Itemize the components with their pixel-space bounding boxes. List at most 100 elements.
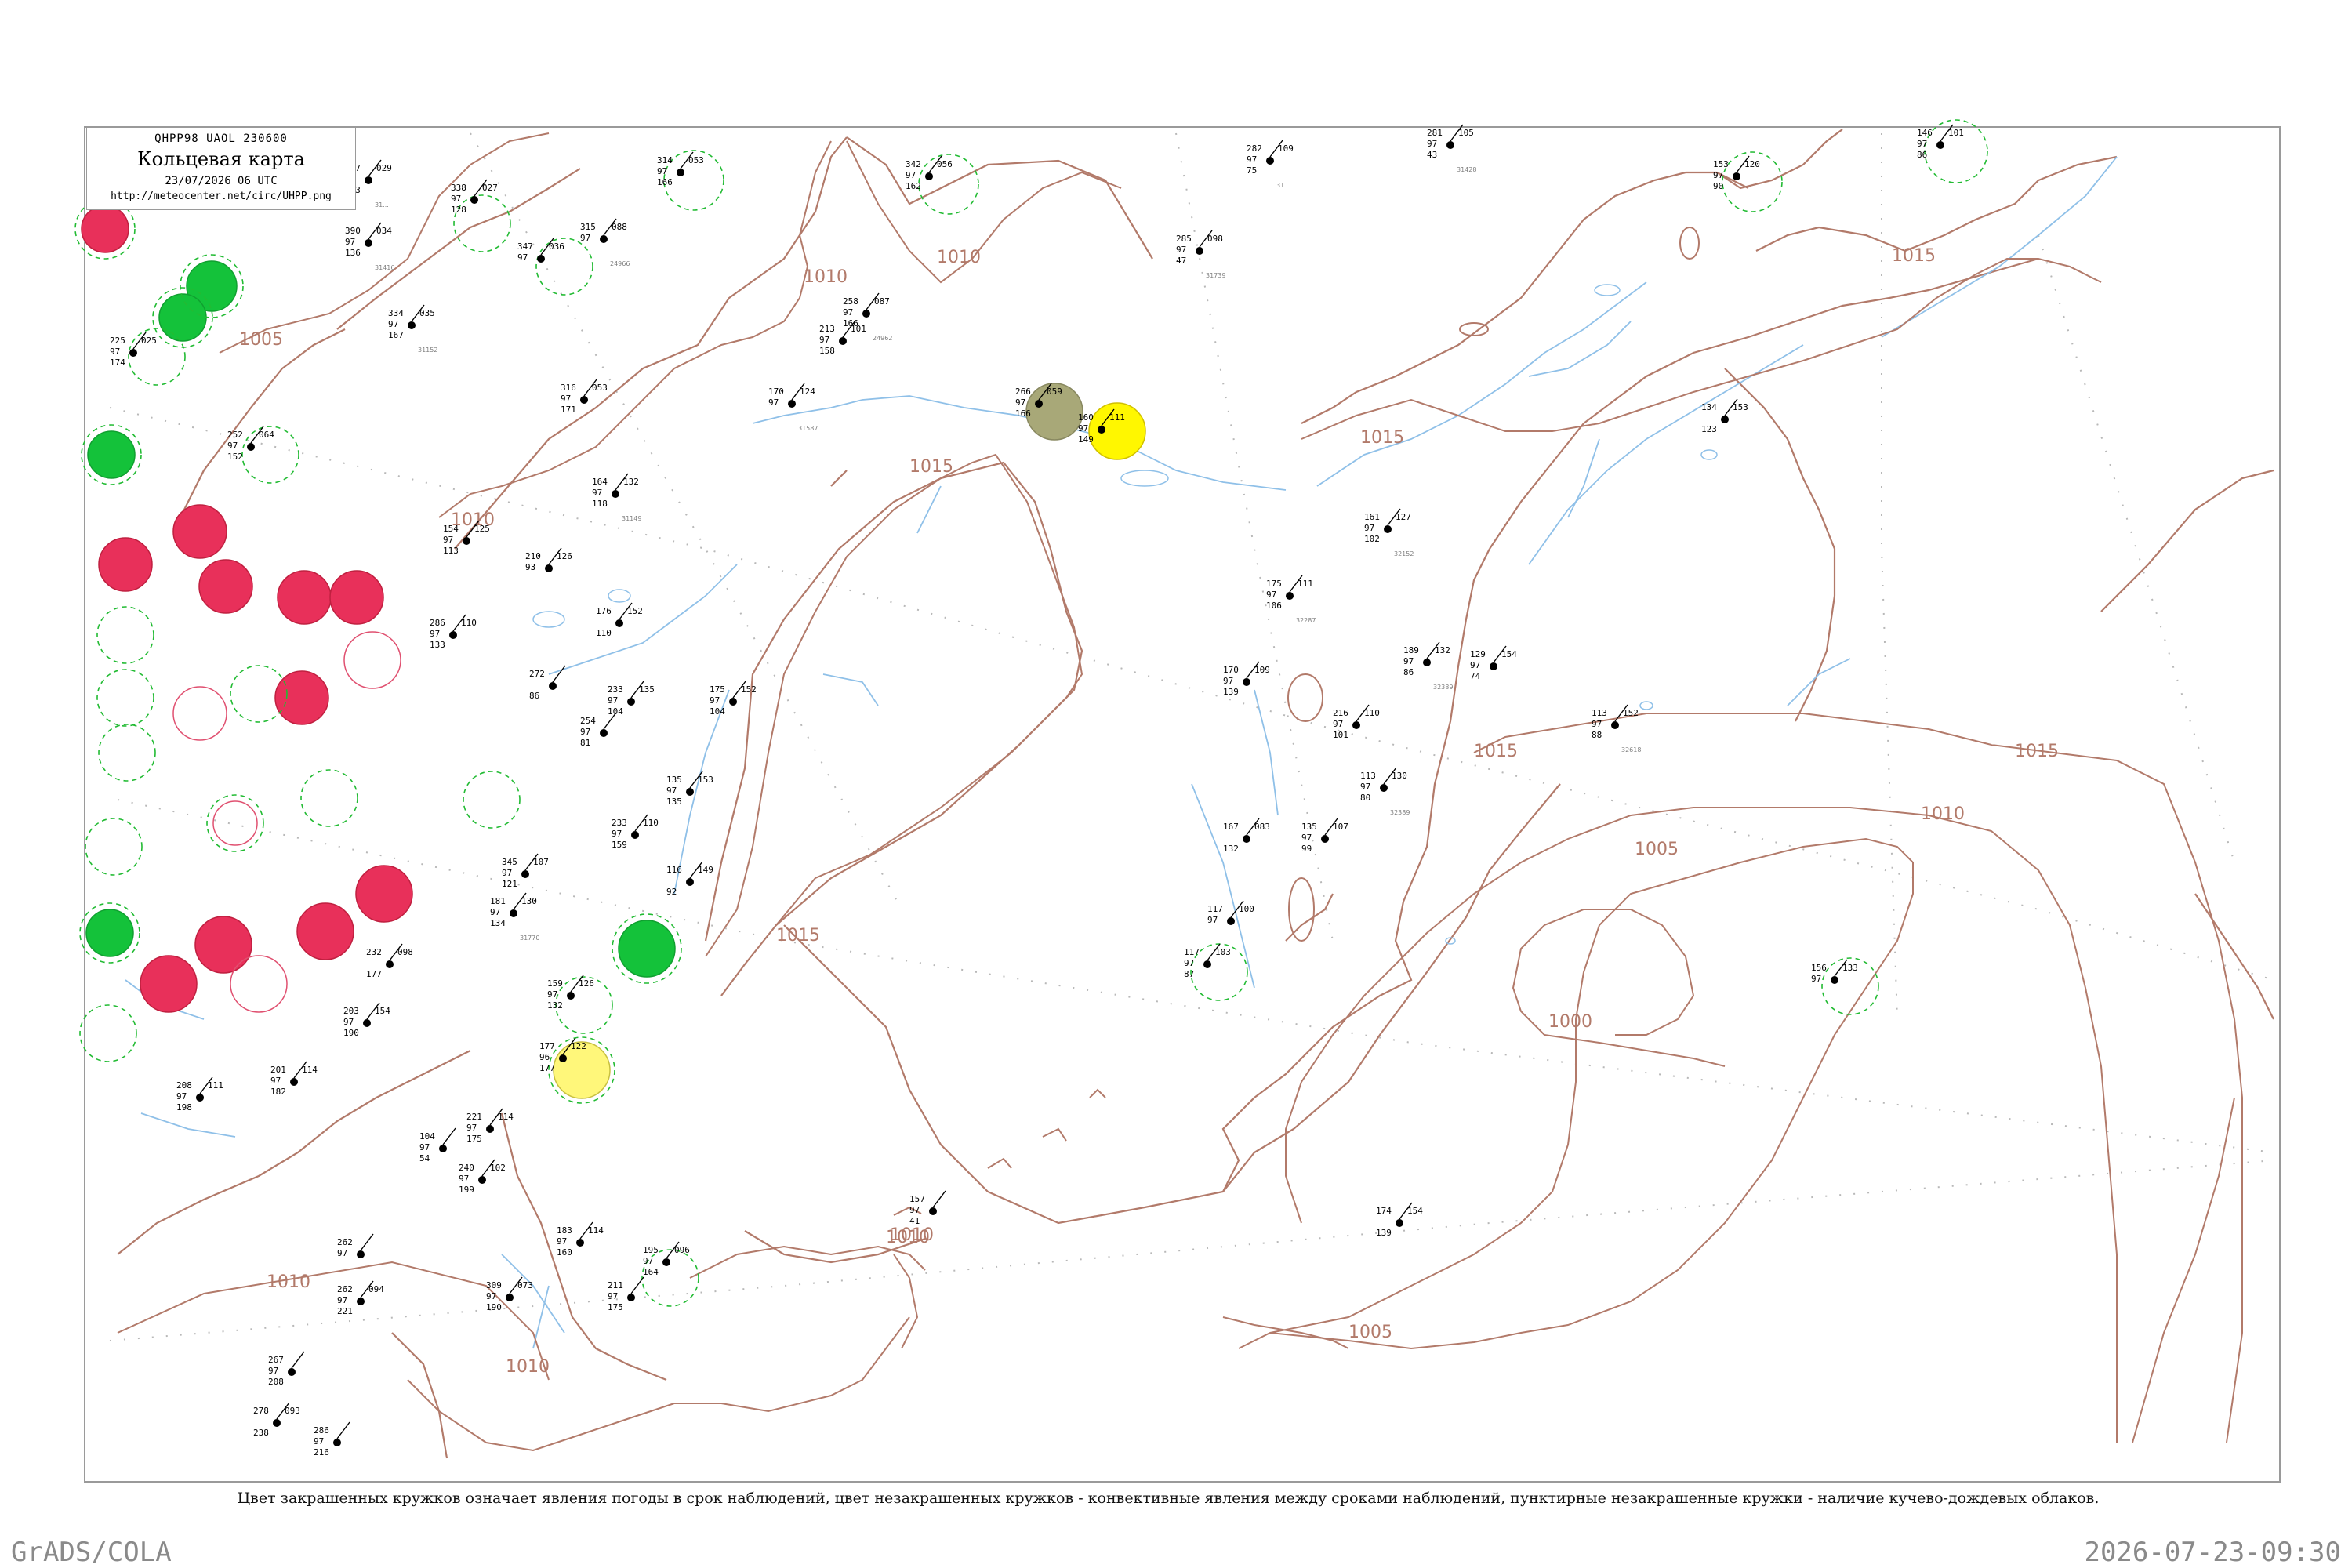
- station-value: 175: [608, 1302, 623, 1312]
- station-value: 97: [1360, 782, 1370, 792]
- station-value: 216: [314, 1447, 329, 1457]
- station-value: 97: [337, 1295, 347, 1305]
- station-value: 97: [430, 629, 440, 639]
- station-dot: [662, 1258, 670, 1266]
- station-tendency: 029: [376, 163, 392, 173]
- station-tendency: 025: [141, 336, 157, 346]
- footer-software: GrADS/COLA: [11, 1537, 172, 1568]
- station-pressure: 221: [466, 1112, 482, 1122]
- station-dot: [925, 172, 933, 180]
- station-tendency: 154: [375, 1006, 390, 1016]
- station-pressure: 210: [525, 551, 541, 561]
- station-tendency: 149: [698, 865, 713, 875]
- station-value: 133: [430, 640, 445, 650]
- station-value: 97: [388, 319, 398, 329]
- map-url[interactable]: http://meteocenter.net/circ/UHPP.png: [87, 191, 355, 202]
- station-pressure: 233: [612, 818, 627, 828]
- station-dot: [576, 1239, 584, 1247]
- station-pressure: 201: [270, 1065, 286, 1075]
- station-value: 135: [666, 797, 682, 807]
- red-station-circle: [194, 916, 252, 974]
- station-index: 31428: [1457, 166, 1476, 173]
- station-dot: [1490, 662, 1497, 670]
- station-value: 177: [366, 969, 382, 979]
- station-tendency: 036: [549, 241, 564, 252]
- station-tendency: 064: [259, 430, 274, 440]
- station-dot: [1936, 141, 1944, 149]
- station-pressure: 175: [1266, 579, 1282, 589]
- station-tendency: 053: [688, 155, 704, 165]
- station-pressure: 156: [1811, 963, 1827, 973]
- station-index: 32618: [1621, 746, 1641, 753]
- station-dot: [273, 1419, 281, 1427]
- station-pressure: 189: [1403, 645, 1419, 655]
- isobar-label: 1000: [1548, 1012, 1592, 1032]
- station-value: 97: [580, 727, 590, 737]
- station-dot: [129, 349, 137, 357]
- station-tendency: 114: [302, 1065, 318, 1075]
- station-tendency: 135: [639, 684, 655, 695]
- station-pressure: 167: [1223, 822, 1239, 832]
- station-pressure: 116: [666, 865, 682, 875]
- station-value: 97: [643, 1256, 653, 1266]
- station-tendency: 125: [474, 524, 490, 534]
- station-tendency: 105: [1458, 128, 1474, 138]
- station-index: 31587: [798, 425, 818, 432]
- station-value: 221: [337, 1306, 353, 1316]
- station-value: 182: [270, 1087, 286, 1097]
- station-dot: [288, 1368, 296, 1376]
- station-tendency: 114: [498, 1112, 514, 1122]
- station-pressure: 161: [1364, 512, 1380, 522]
- station-pressure: 334: [388, 308, 404, 318]
- station-value: 121: [502, 879, 517, 889]
- station-dot: [1831, 976, 1838, 984]
- map-date: 23/07/2026 06 UTC: [165, 175, 278, 187]
- station-tendency: 098: [397, 947, 413, 957]
- station-value: 87: [1184, 969, 1194, 979]
- station-tendency: 152: [1623, 708, 1639, 718]
- isobar-label: 1010: [267, 1272, 310, 1292]
- station-value: 175: [466, 1134, 482, 1144]
- red-station-circle: [296, 902, 354, 960]
- station-pressure: 170: [1223, 665, 1239, 675]
- station-tendency: 132: [1435, 645, 1450, 655]
- station-pressure: 208: [176, 1080, 192, 1091]
- legend-caption: Цвет закрашенных кружков означает явлени…: [237, 1490, 2100, 1507]
- isobar-label: 1010: [804, 267, 848, 287]
- station-dot: [365, 176, 372, 184]
- station-value: 106: [1266, 601, 1282, 611]
- station-pressure: 262: [337, 1237, 353, 1247]
- station-value: 97: [561, 394, 571, 404]
- station-value: 166: [1015, 408, 1031, 419]
- station-index: 32389: [1433, 684, 1453, 691]
- station-tendency: 109: [1278, 143, 1294, 154]
- station-pressure: 154: [443, 524, 459, 534]
- station-value: 74: [1470, 671, 1481, 681]
- yellow-station-circle: [1088, 402, 1146, 460]
- station-dot: [549, 682, 557, 690]
- station-dot: [363, 1019, 371, 1027]
- station-pressure: 225: [110, 336, 125, 346]
- red-station-circle: [98, 537, 153, 592]
- station-dot: [615, 619, 623, 627]
- station-pressure: 183: [557, 1225, 572, 1236]
- station-tendency: 053: [592, 383, 608, 393]
- station-tendency: 073: [517, 1280, 533, 1290]
- station-value: 134: [490, 918, 506, 928]
- station-value: 90: [1713, 181, 1723, 191]
- station-tendency: 098: [1207, 234, 1223, 244]
- station-dot: [521, 870, 529, 878]
- station-pressure: 252: [227, 430, 243, 440]
- station-dot: [1243, 678, 1250, 686]
- station-tendency: 101: [1948, 128, 1964, 138]
- map-header: QHPP98 UAOL 230600 Кольцевая карта 23/07…: [86, 127, 356, 210]
- station-value: 97: [666, 786, 677, 796]
- station-pressure: 174: [1376, 1206, 1392, 1216]
- station-tendency: 056: [937, 159, 953, 169]
- station-value: 97: [768, 397, 779, 408]
- station-dot: [1321, 835, 1329, 843]
- station-value: 97: [657, 166, 667, 176]
- station-value: 97: [1266, 590, 1276, 600]
- station-value: 75: [1247, 165, 1257, 176]
- station-value: 86: [529, 691, 539, 701]
